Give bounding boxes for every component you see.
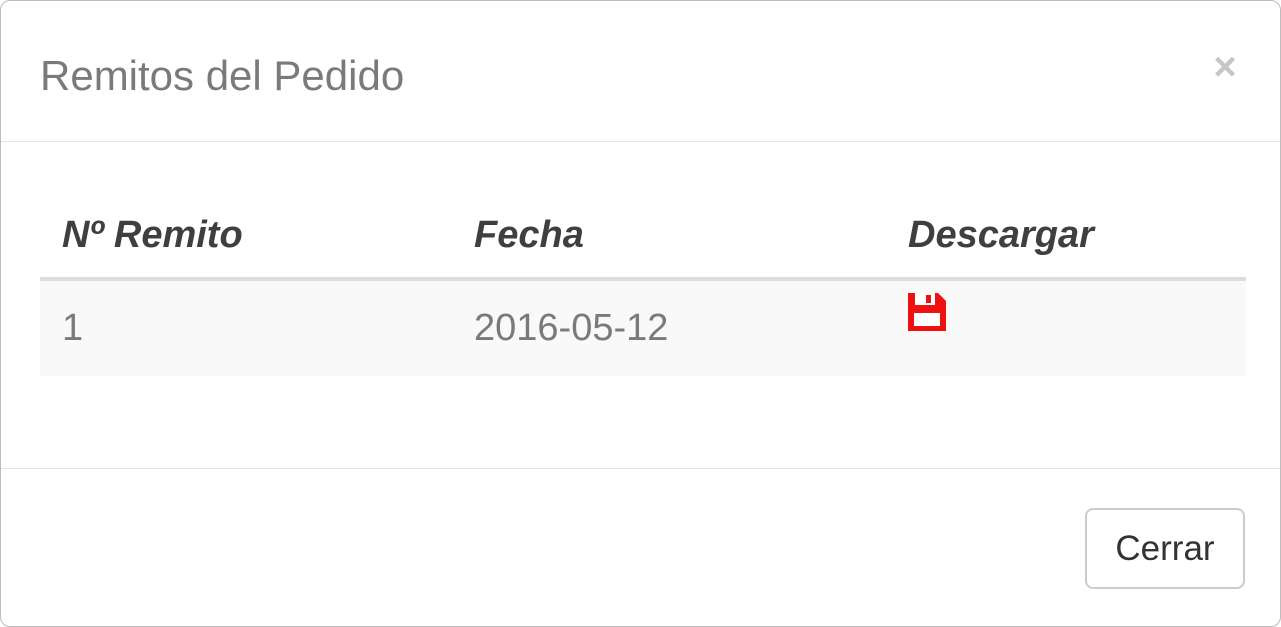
close-icon[interactable]: × xyxy=(1210,47,1240,87)
cell-fecha: 2016-05-12 xyxy=(452,279,886,376)
column-header-descargar: Descargar xyxy=(886,193,1246,281)
floppy-disk-icon[interactable] xyxy=(908,292,946,331)
modal-body: Nº Remito Fecha Descargar 1 2016-05-12 xyxy=(1,142,1280,468)
remitos-table: Nº Remito Fecha Descargar 1 2016-05-12 xyxy=(40,193,1246,376)
cell-descargar xyxy=(886,279,1246,376)
cell-numero: 1 xyxy=(40,279,452,376)
cerrar-button[interactable]: Cerrar xyxy=(1085,508,1245,589)
table-header-row: Nº Remito Fecha Descargar xyxy=(40,193,1246,281)
modal-header: Remitos del Pedido × xyxy=(1,1,1280,142)
table-row: 1 2016-05-12 xyxy=(40,279,1246,376)
column-header-fecha: Fecha xyxy=(452,193,886,281)
modal-title: Remitos del Pedido xyxy=(40,52,405,99)
remitos-modal: Remitos del Pedido × Nº Remito Fecha Des… xyxy=(0,0,1281,627)
column-header-numero: Nº Remito xyxy=(40,193,452,281)
modal-footer: Cerrar xyxy=(1,468,1280,626)
